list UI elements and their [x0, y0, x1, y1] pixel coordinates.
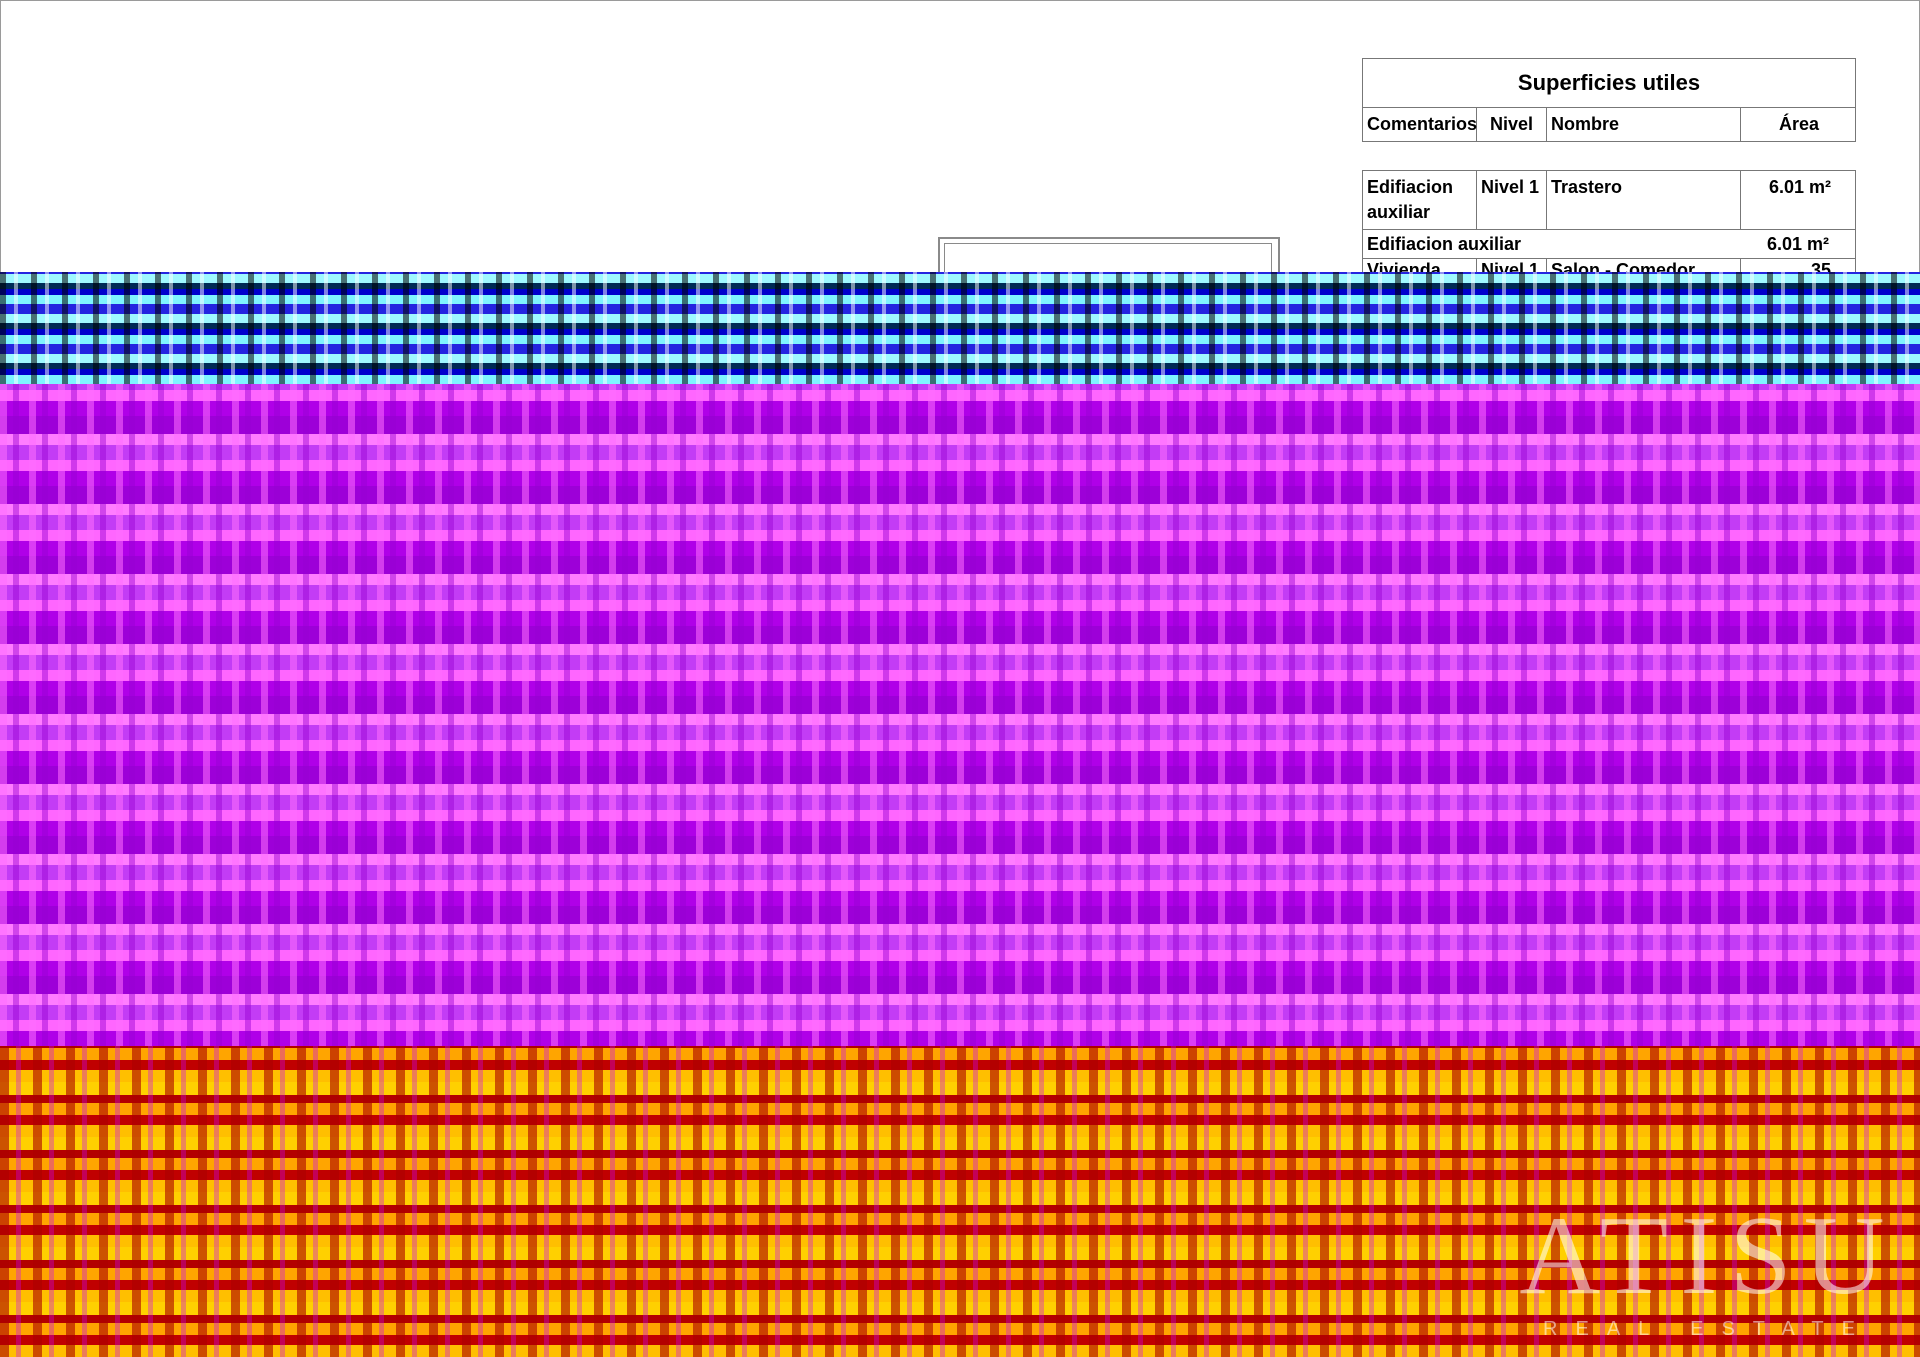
header-area: Área: [1778, 114, 1820, 134]
header-nombre: Nombre: [1547, 108, 1741, 141]
table-row: Edifiacion auxiliar Nivel 1 Trastero 6.0…: [1362, 170, 1856, 230]
cell-area: 6.01 m²: [1768, 177, 1831, 197]
schedule-spacer: [1362, 142, 1856, 170]
cell-comentarios: Edifiacion auxiliar: [1363, 171, 1477, 229]
schedule-title: Superficies utiles: [1362, 58, 1856, 107]
subtotal-label: Edifiacion auxiliar: [1367, 234, 1522, 254]
corrupted-band-middle: [0, 384, 1920, 1046]
header-nivel: Nivel: [1477, 108, 1547, 141]
cell-nombre: Trastero: [1547, 171, 1741, 229]
area-schedule-table: Superficies utiles Comentarios Nivel Nom…: [1362, 58, 1856, 280]
watermark-sub-text: REAL ESTATE: [1543, 1318, 1873, 1340]
watermark-logo: ATISU REAL ESTATE: [1518, 1200, 1898, 1357]
header-comentarios: Comentarios: [1363, 108, 1477, 141]
cell-nivel: Nivel 1: [1477, 171, 1547, 229]
subtotal-row: Edifiacion auxiliar 6.01 m²: [1362, 230, 1856, 258]
schedule-header-row: Comentarios Nivel Nombre Área: [1362, 107, 1856, 142]
subtotal-area: 6.01 m²: [1766, 234, 1829, 254]
corrupted-band-top: [0, 272, 1920, 384]
watermark-main-text: ATISU: [1519, 1194, 1897, 1318]
